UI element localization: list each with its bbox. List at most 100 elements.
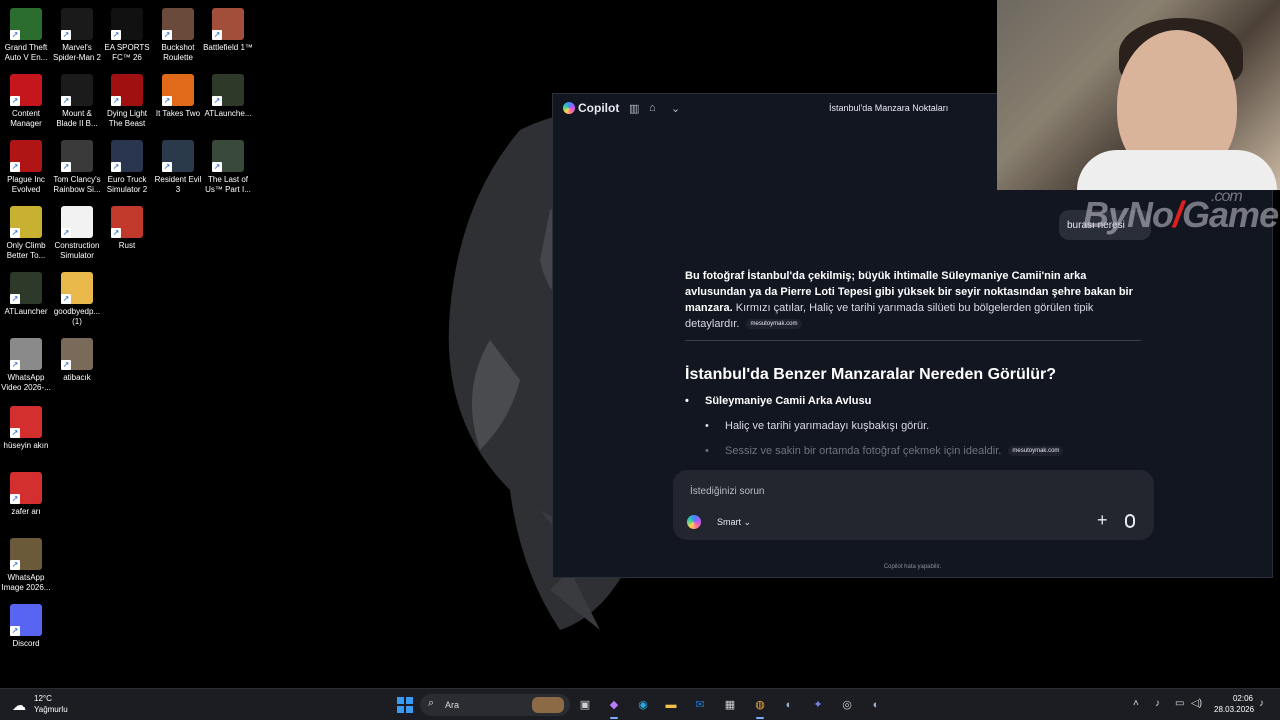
gta-icon: ↗ [10, 8, 42, 40]
desktop-icon[interactable]: ↗ Grand Theft Auto V En... [0, 8, 52, 63]
resident-evil-icon: ↗ [162, 140, 194, 172]
shortcut-arrow-icon: ↗ [111, 30, 121, 40]
shortcut-arrow-icon: ↗ [10, 294, 20, 304]
desktop-icon-label: Grand Theft Auto V En... [4, 43, 48, 62]
desktop-icon[interactable]: ↗ Rust [101, 206, 153, 251]
chevron-down-icon: ⌄ [743, 517, 752, 527]
desktop-icon[interactable]: ↗ Content Manager [0, 74, 52, 129]
chrome-icon[interactable]: ◍ [751, 696, 769, 719]
copilot-mode-icon[interactable] [687, 515, 701, 529]
shortcut-arrow-icon: ↗ [61, 96, 71, 106]
weather-description[interactable]: Yağmurlu [34, 705, 68, 714]
store-icon[interactable]: ▦ [721, 696, 739, 714]
desktop-icon[interactable]: ↗ ATLauncher [0, 272, 52, 317]
microphone-tray-icon[interactable]: ♪ [1155, 698, 1160, 709]
desktop-icon[interactable]: ↗ Euro Truck Simulator 2 [101, 140, 153, 195]
answer-divider [685, 340, 1141, 341]
file-explorer-icon[interactable]: ▬ [662, 696, 680, 714]
desktop-icon[interactable]: ↗ Mount & Blade II B... [51, 74, 103, 129]
assistant-answer: Bu fotoğraf İstanbul'da çekilmiş; büyük … [685, 268, 1143, 332]
shortcut-arrow-icon: ↗ [61, 228, 71, 238]
sidebar-toggle-icon[interactable]: ▥ [629, 102, 639, 115]
shortcut-arrow-icon: ↗ [10, 162, 20, 172]
shortcut-arrow-icon: ↗ [10, 560, 20, 570]
desktop-icon-label: ATLauncher [4, 307, 48, 316]
video-thumb-icon: ↗ [10, 338, 42, 370]
clock-date[interactable]: 28.03.2026 [1214, 705, 1254, 714]
desktop-icon[interactable]: ↗ atibacık [51, 338, 103, 383]
desktop-icon[interactable]: ↗ The Last of Us™ Part I... [202, 140, 254, 195]
desktop-icon[interactable]: ↗ Dying Light The Beast [101, 74, 153, 129]
content-manager-icon: ↗ [10, 74, 42, 106]
shortcut-arrow-icon: ↗ [162, 30, 172, 40]
desktop-icon[interactable]: ↗ Discord [0, 604, 52, 649]
message-composer[interactable]: İstediğinizi sorun Smart ⌄ + [673, 470, 1154, 540]
desktop-icon[interactable]: ↗ Tom Clancy's Rainbow Si... [51, 140, 103, 195]
desktop-icon[interactable]: ↗ Plague Inc Evolved [0, 140, 52, 195]
last-of-us-icon: ↗ [212, 140, 244, 172]
desktop-icon[interactable]: ↗ Buckshot Roulette [152, 8, 204, 63]
desktop-icon[interactable]: ↗ Only Climb Better To... [0, 206, 52, 261]
shortcut-arrow-icon: ↗ [61, 30, 71, 40]
weather-temperature[interactable]: 12°C [34, 694, 52, 703]
shortcut-arrow-icon: ↗ [162, 162, 172, 172]
desktop-icon[interactable]: ↗ Battlefield 1™ [202, 8, 254, 53]
shortcut-arrow-icon: ↗ [10, 228, 20, 238]
network-icon[interactable]: ▭ [1175, 698, 1184, 709]
teams-icon[interactable]: ✦ [809, 696, 827, 714]
shortcut-arrow-icon: ↗ [61, 360, 71, 370]
desktop-icon-label: EA SPORTS FC™ 26 [104, 43, 150, 62]
source-citation-chip[interactable]: mesutoymak.com [746, 319, 802, 330]
volume-icon[interactable]: ◁) [1191, 698, 1202, 709]
desktop-icon[interactable]: ↗ EA SPORTS FC™ 26 [101, 8, 153, 63]
desktop-icon[interactable]: ↗ zafer arı [0, 472, 52, 517]
mode-selector[interactable]: Smart ⌄ [717, 517, 751, 528]
copilot-app-icon[interactable]: ◆ [605, 696, 623, 719]
clock-time[interactable]: 02:06 [1228, 694, 1258, 703]
desktop-icon[interactable]: ↗ goodbyedp... (1) [51, 272, 103, 327]
source-citation-chip[interactable]: mesutoymak.com [1008, 446, 1064, 457]
desktop-icon[interactable]: ↗ Resident Evil 3 [152, 140, 204, 195]
desktop-icon-label: Mount & Blade II B... [56, 109, 98, 128]
shortcut-arrow-icon: ↗ [10, 96, 20, 106]
add-attachment-icon[interactable]: + [1097, 510, 1108, 531]
home-icon[interactable]: ⌂ [649, 102, 656, 114]
steam-icon-2[interactable]: ◐ [867, 696, 885, 714]
sub-list-item: • Sessiz ve sakin bir ortamda fotoğraf çe… [705, 445, 1064, 457]
weather-cloud-icon[interactable]: ☁ [12, 697, 26, 714]
outlook-icon[interactable]: ✉ [691, 696, 709, 714]
copilot-app-name: Copilot [578, 101, 620, 115]
desktop-icon[interactable]: ↗ ATLaunche... [202, 74, 254, 119]
task-view-icon[interactable]: ▣ [576, 696, 594, 714]
mode-label: Smart [717, 517, 742, 527]
windows-start-icon[interactable] [397, 697, 413, 713]
obs-icon[interactable]: ◎ [838, 696, 856, 714]
desktop-icon[interactable]: ↗ WhatsApp Video 2026-... [0, 338, 52, 393]
list-item-text: Süleymaniye Camii Arka Avlusu [705, 395, 872, 407]
desktop-icon[interactable]: ↗ Construction Simulator [51, 206, 103, 261]
desktop-icon-label: atibacık [63, 373, 91, 382]
shortcut-arrow-icon: ↗ [111, 228, 121, 238]
taskbar-search[interactable]: ⌕ Ara [420, 694, 570, 716]
desktop-icon[interactable]: ↗ hüseyin akın [0, 406, 52, 451]
desktop-icon[interactable]: ↗ It Takes Two [152, 74, 204, 119]
message-input[interactable]: İstediğinizi sorun [690, 486, 764, 497]
desktop-icon[interactable]: ↗ WhatsApp Image 2026... [0, 538, 52, 593]
bullet-dot: • [685, 395, 689, 407]
microphone-icon[interactable] [1125, 514, 1135, 528]
shortcut-arrow-icon: ↗ [10, 626, 20, 636]
webcam-overlay [997, 0, 1280, 190]
desktop-icon[interactable]: ↗ Marvel's Spider-Man 2 [51, 8, 103, 63]
notification-bell-icon[interactable]: ♪ [1259, 698, 1264, 709]
webcam-person-shirt [1077, 150, 1277, 190]
taskbar: ☁ 12°C Yağmurlu ⌕ Ara ▣ ◆ ◉ ▬ ✉ ▦ ◍ ◐ ✦ ◎ ◐ ˄ ♪ ▭ … [0, 688, 1280, 720]
search-input[interactable]: Ara [445, 700, 459, 710]
sub-list-item-text: Sessiz ve sakin bir ortamda fotoğraf çek… [725, 445, 1002, 457]
chevron-down-icon[interactable]: ⌄ [671, 102, 680, 115]
bullet-dot: • [705, 420, 709, 432]
conversation-title[interactable]: İstanbul'da Manzara Noktaları [829, 103, 948, 113]
steam-icon[interactable]: ◐ [780, 696, 798, 714]
edge-icon[interactable]: ◉ [634, 696, 652, 714]
desktop-icon-label: Dying Light The Beast [106, 109, 148, 128]
chevron-up-icon[interactable]: ˄ [1133, 698, 1139, 709]
